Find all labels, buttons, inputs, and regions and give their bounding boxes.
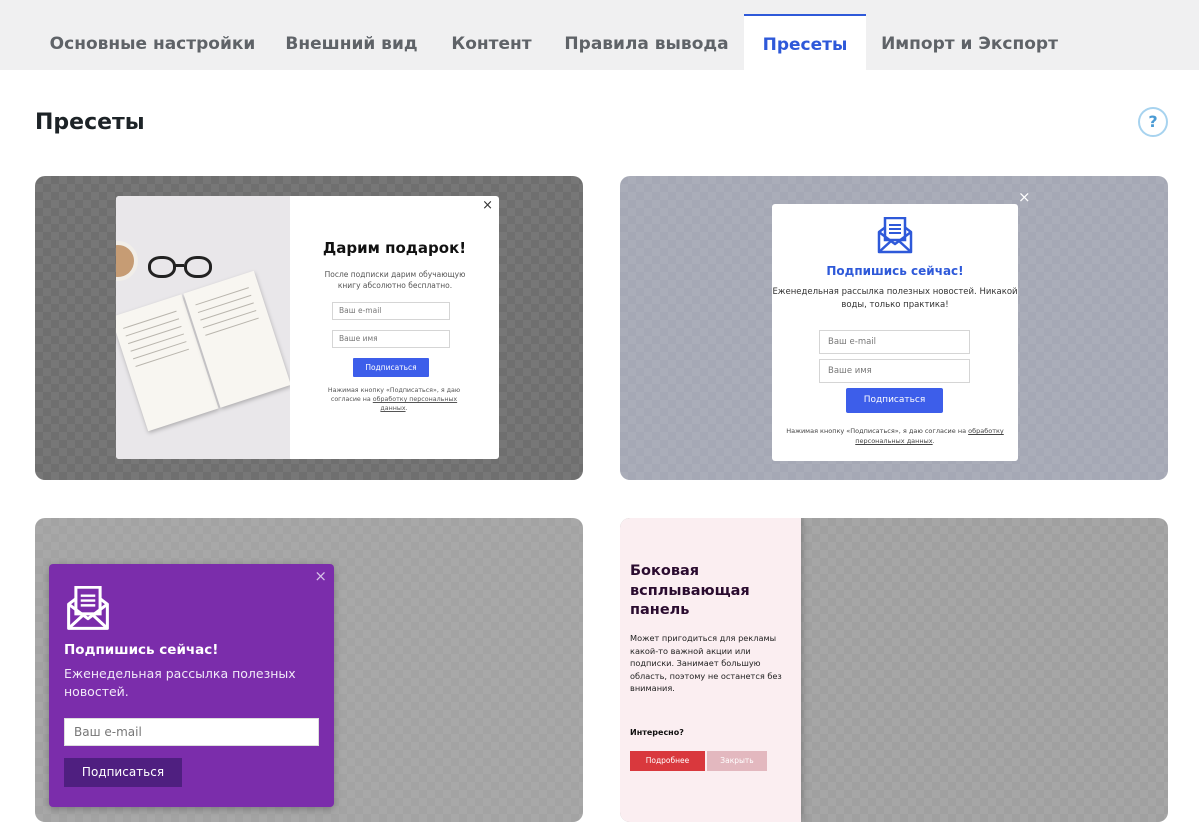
- email-field: Ваш e-mail: [332, 302, 450, 320]
- tab-bar: Основные настройки Внешний вид Контент П…: [0, 0, 1199, 70]
- tab-appearance[interactable]: Внешний вид: [270, 14, 433, 70]
- preset-description: После подписки дарим обучающую книгу абс…: [324, 270, 466, 290]
- preset-description: Может пригодиться для рекламы какой-то в…: [630, 633, 782, 693]
- tab-main-settings[interactable]: Основные настройки: [36, 14, 269, 70]
- close-button: Закрыть: [707, 751, 767, 771]
- text-line: [125, 318, 180, 337]
- text-line: [205, 317, 259, 336]
- envelope-letter-icon: [67, 586, 109, 630]
- name-field: Ваше имя: [819, 359, 970, 383]
- text-line: [195, 287, 249, 306]
- glasses-icon: [148, 256, 176, 278]
- book-icon: [116, 270, 290, 432]
- consent-end: .: [405, 405, 408, 412]
- tab-content[interactable]: Контент: [435, 14, 548, 70]
- preset-preview-side-panel: Боковая всплывающая панель Может пригоди…: [620, 518, 801, 822]
- subscribe-button: Подписаться: [846, 388, 943, 413]
- consent-link: обработку персональных данных: [372, 396, 458, 412]
- subscribe-button: Подписаться: [64, 758, 182, 787]
- consent-note: Нажимая кнопку «Подписаться», я даю согл…: [320, 386, 468, 413]
- preset-title: Подпишись сейчас!: [826, 264, 964, 278]
- glasses-lens: [184, 256, 212, 278]
- text-line: [130, 333, 185, 352]
- envelope-letter-icon: [877, 217, 913, 254]
- preset-preview-gift: × Дарим подарок! После подписки дарим об…: [116, 196, 499, 459]
- text-line: [202, 309, 257, 329]
- subscribe-button: Подписаться: [353, 358, 429, 377]
- email-field: Ваш e-mail: [64, 718, 319, 746]
- text-line: [197, 294, 252, 314]
- preset-title: Боковая всплывающая панель: [630, 563, 750, 618]
- preset-card-gift[interactable]: × Дарим подарок! После подписки дарим об…: [35, 176, 583, 480]
- preset-preview-subscribe-corner: × Подпишись сейчас! Еженедельная рассылк…: [49, 564, 334, 807]
- name-field: Ваше имя: [332, 330, 450, 348]
- preset-card-subscribe-center[interactable]: × Подпишись сейчас! Еженедельная рассылк…: [620, 176, 1168, 480]
- tab-presets[interactable]: Пресеты: [744, 14, 866, 70]
- coffee-cup-icon: [116, 241, 138, 281]
- preset-card-subscribe-corner[interactable]: × Подпишись сейчас! Еженедельная рассылк…: [35, 518, 583, 822]
- text-line: [123, 310, 177, 329]
- preset-title: Подпишись сейчас!: [64, 642, 219, 658]
- book-image: [116, 196, 290, 459]
- interest-label: Интересно?: [630, 728, 684, 737]
- tab-import-export[interactable]: Импорт и Экспорт: [868, 14, 1071, 70]
- preset-description: Еженедельная рассылка полезных новостей.…: [772, 287, 1018, 310]
- close-icon[interactable]: ×: [482, 198, 493, 213]
- text-line: [135, 348, 189, 367]
- consent-text: Нажимая кнопку «Подписаться», я даю согл…: [786, 427, 969, 435]
- text-line: [200, 302, 254, 321]
- consent-end: .: [932, 437, 935, 445]
- preset-card-side-panel[interactable]: Боковая всплывающая панель Может пригоди…: [620, 518, 1168, 822]
- preset-description: Еженедельная рассылка полезных новостей.: [64, 666, 296, 699]
- help-button[interactable]: ?: [1138, 107, 1168, 137]
- close-icon[interactable]: ×: [1018, 188, 1031, 206]
- consent-note: Нажимая кнопку «Подписаться», я даю согл…: [782, 426, 1008, 446]
- text-line: [128, 325, 182, 345]
- page-title: Пресеты: [35, 110, 145, 135]
- email-field: Ваш e-mail: [819, 330, 970, 354]
- close-icon[interactable]: ×: [314, 567, 327, 585]
- text-line: [132, 341, 187, 360]
- preset-preview-subscribe-center: Подпишись сейчас! Еженедельная рассылка …: [772, 204, 1018, 461]
- more-button: Подробнее: [630, 751, 705, 771]
- tab-display-rules[interactable]: Правила вывода: [550, 14, 743, 70]
- preset-title: Дарим подарок!: [322, 239, 467, 257]
- glasses-bridge: [174, 264, 184, 267]
